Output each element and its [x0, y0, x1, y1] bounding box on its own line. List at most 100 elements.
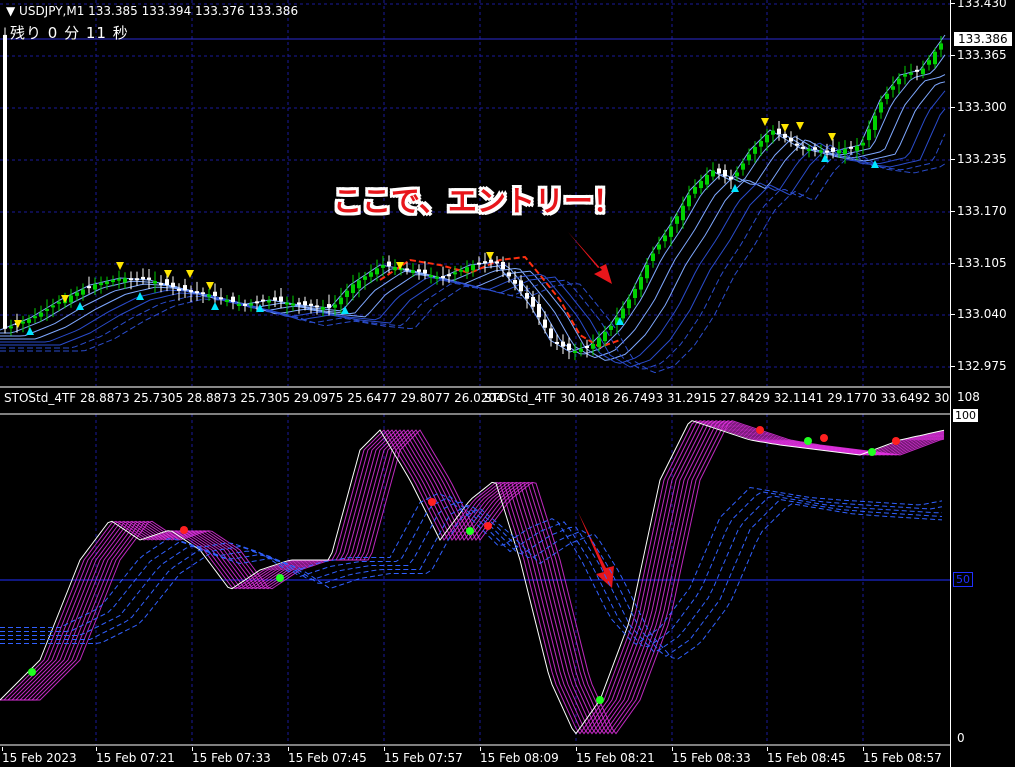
signal-dot	[180, 526, 188, 534]
candle-body	[573, 350, 577, 353]
time-tick: 15 Feb 07:33	[192, 747, 271, 765]
candle-body	[141, 276, 145, 280]
candle-body	[495, 261, 499, 264]
candle-body	[519, 280, 523, 292]
candle-body	[765, 135, 769, 143]
price-chart-canvas[interactable]	[0, 0, 950, 767]
entry-annotation: ここで、エントリー！	[333, 184, 622, 218]
remaining-time: 残り 0 分 11 秒	[10, 24, 129, 42]
candle-body	[135, 278, 139, 281]
candle-body	[825, 150, 829, 153]
candle-body	[123, 278, 127, 283]
candle-body	[369, 272, 373, 277]
candle-body	[783, 133, 787, 138]
candle-body	[387, 261, 391, 267]
candle-body	[21, 321, 25, 324]
stoch-line	[0, 420, 945, 735]
candle-body	[375, 268, 379, 275]
signal-dot	[756, 426, 764, 434]
price-tick: 133.040	[951, 307, 1007, 321]
candle-body	[477, 262, 481, 265]
stoch-line	[0, 420, 945, 735]
candle-body	[591, 344, 595, 349]
candle-body	[75, 292, 79, 296]
stoch-line	[0, 420, 945, 735]
price-axis[interactable]: 133.430 133.386 133.365 133.300 133.235 …	[950, 0, 1015, 767]
candle-body	[789, 137, 793, 142]
stoch-line	[0, 420, 945, 735]
candle-body	[201, 292, 205, 295]
time-tick: 15 Feb 08:33	[672, 747, 751, 765]
candle-body	[381, 265, 385, 268]
candle-body	[225, 300, 229, 302]
candle-body	[183, 285, 187, 291]
candle-body	[729, 176, 733, 180]
candle-body	[933, 51, 937, 65]
candle-body	[597, 338, 601, 347]
candle-body	[795, 143, 799, 146]
candle-body	[639, 277, 643, 290]
candle-body	[207, 294, 211, 297]
candle-body	[651, 253, 655, 262]
candle-body	[531, 296, 535, 307]
candle-body	[453, 272, 457, 275]
price-tick: 133.300	[951, 100, 1007, 114]
candle-body	[315, 305, 319, 308]
candle-body	[153, 281, 157, 284]
candle-body	[417, 269, 421, 272]
candle-body	[405, 268, 409, 271]
candle-body	[849, 146, 853, 149]
candle-body	[33, 316, 37, 319]
candle-body	[231, 296, 235, 302]
current-price-label: 133.386	[953, 31, 1013, 47]
subwindow-divider[interactable]	[0, 386, 1015, 388]
candle-body	[675, 216, 679, 224]
candle-body	[441, 276, 445, 279]
candle-body	[687, 195, 691, 207]
candle-body	[333, 304, 337, 308]
candle-body	[447, 274, 451, 277]
candle-body	[885, 93, 889, 99]
candle-body	[87, 286, 91, 289]
candle-body	[273, 297, 277, 301]
candle-body	[309, 303, 313, 306]
arrow-down-icon	[781, 124, 789, 132]
time-tick: 15 Feb 08:45	[767, 747, 846, 765]
time-tick: 15 Feb 07:57	[384, 747, 463, 765]
candle-body	[939, 43, 943, 50]
signal-dot	[466, 527, 474, 535]
candle-body	[129, 278, 133, 281]
stoch-line	[0, 420, 945, 735]
candle-body	[165, 279, 169, 285]
candle-body	[771, 130, 775, 135]
signal-dot	[868, 448, 876, 456]
chart-area[interactable]	[0, 0, 950, 767]
candle-body	[9, 326, 13, 329]
candle-body	[831, 147, 835, 152]
arrow-down-icon	[206, 282, 214, 290]
candle-body	[51, 305, 55, 308]
candle-body	[873, 115, 877, 130]
candle-body	[423, 269, 427, 274]
candle-body	[663, 235, 667, 242]
candle-body	[111, 280, 115, 283]
candle-body	[843, 148, 847, 155]
candle-body	[459, 269, 463, 272]
candle-body	[147, 277, 151, 280]
price-tick: 133.430	[951, 0, 1007, 10]
candle-body	[681, 205, 685, 221]
candle-body	[735, 172, 739, 177]
candle-body	[657, 244, 661, 250]
signal-dot	[820, 434, 828, 442]
candle-body	[69, 295, 73, 303]
arrow-down-icon	[796, 122, 804, 130]
candle-body	[213, 291, 217, 296]
arrow-up-icon	[821, 154, 829, 162]
candle-body	[465, 267, 469, 272]
signal-dot	[892, 437, 900, 445]
candle-body	[861, 142, 865, 146]
candle-body	[915, 69, 919, 72]
candle-body	[711, 170, 715, 177]
candle-body	[891, 86, 895, 90]
candle-body	[483, 261, 487, 264]
